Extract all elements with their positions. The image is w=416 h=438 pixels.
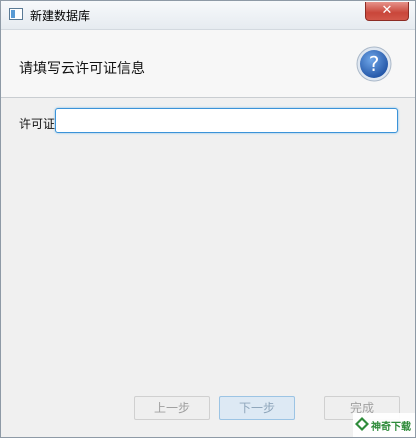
prev-step-button[interactable]: 上一步 — [134, 396, 210, 420]
watermark: 神奇下载 — [353, 413, 415, 437]
help-question-icon: ? — [356, 46, 392, 82]
license-label: 许可证 — [19, 117, 56, 131]
license-input[interactable] — [55, 108, 398, 133]
leaf-logo-icon — [355, 417, 369, 431]
new-database-dialog: 新建数据库 ✕ 请填写云许可证信息 ? 许可证 上一步 下一步 完成 神奇下载 — [0, 0, 416, 438]
window-title: 新建数据库 — [30, 9, 91, 23]
wizard-header: 请填写云许可证信息 ? — [1, 30, 415, 98]
page-title: 请填写云许可证信息 — [19, 61, 145, 77]
next-step-button[interactable]: 下一步 — [219, 396, 295, 420]
title-bar[interactable]: 新建数据库 ✕ — [1, 1, 415, 30]
help-symbol: ? — [369, 52, 380, 76]
app-window-icon — [9, 8, 23, 20]
close-icon: ✕ — [381, 3, 393, 18]
watermark-text: 神奇下载 — [371, 422, 411, 433]
close-button[interactable]: ✕ — [365, 2, 409, 21]
